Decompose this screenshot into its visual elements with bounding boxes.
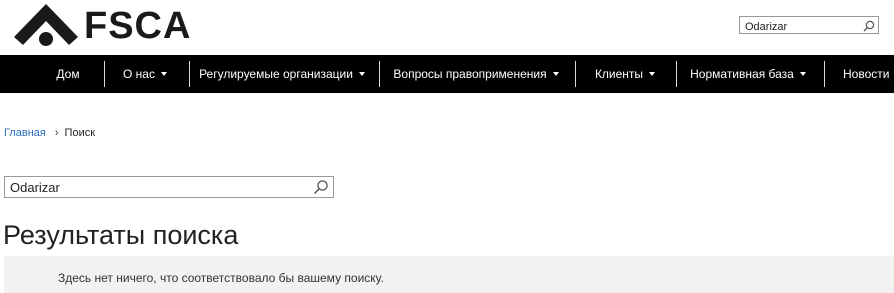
caret-down-icon (358, 71, 365, 76)
nav-item-about[interactable]: О нас (112, 55, 178, 93)
nav-divider (575, 61, 576, 87)
page-title: Результаты поиска (3, 220, 239, 250)
header-search-input[interactable] (740, 19, 863, 35)
caret-down-icon (649, 71, 656, 76)
nav-divider (379, 61, 380, 87)
results-panel: Здесь нет ничего, что соответствовало бы… (4, 256, 894, 293)
search-box (4, 176, 334, 198)
main-nav: Дом О нас Регулируемые организации Вопро… (0, 55, 894, 93)
search-icon[interactable] (863, 19, 875, 37)
nav-divider (104, 61, 105, 87)
nav-divider (676, 61, 677, 87)
brand-name: FSCA (84, 5, 192, 47)
caret-down-icon (160, 71, 167, 76)
breadcrumb: Главная › Поиск (4, 126, 95, 140)
caret-down-icon (552, 71, 559, 76)
nav-item-regulated-entities[interactable]: Регулируемые организации (197, 55, 367, 93)
breadcrumb-current: Поиск (64, 127, 96, 139)
search-icon[interactable] (313, 179, 329, 200)
header-search-box (739, 16, 879, 37)
search-input[interactable] (5, 177, 310, 197)
fsca-logo[interactable]: FSCA (14, 4, 191, 48)
site-header: FSCA (0, 0, 894, 55)
nav-item-home[interactable]: Дом (48, 55, 88, 93)
nav-item-clients[interactable]: Клиенты (582, 55, 668, 93)
breadcrumb-home-link[interactable]: Главная (4, 127, 46, 139)
nav-item-enforcement[interactable]: Вопросы правоприменения (388, 55, 564, 93)
nav-item-regulatory-framework[interactable]: Нормативная база (684, 55, 812, 93)
fsca-roof-logo-icon (14, 4, 78, 46)
nav-item-news[interactable]: Новости (835, 55, 894, 93)
nav-divider (189, 61, 190, 87)
caret-down-icon (799, 71, 806, 76)
chevron-right-icon: › (54, 127, 59, 139)
empty-results-message: Здесь нет ничего, что соответствовало бы… (58, 271, 384, 285)
nav-divider (824, 61, 825, 87)
